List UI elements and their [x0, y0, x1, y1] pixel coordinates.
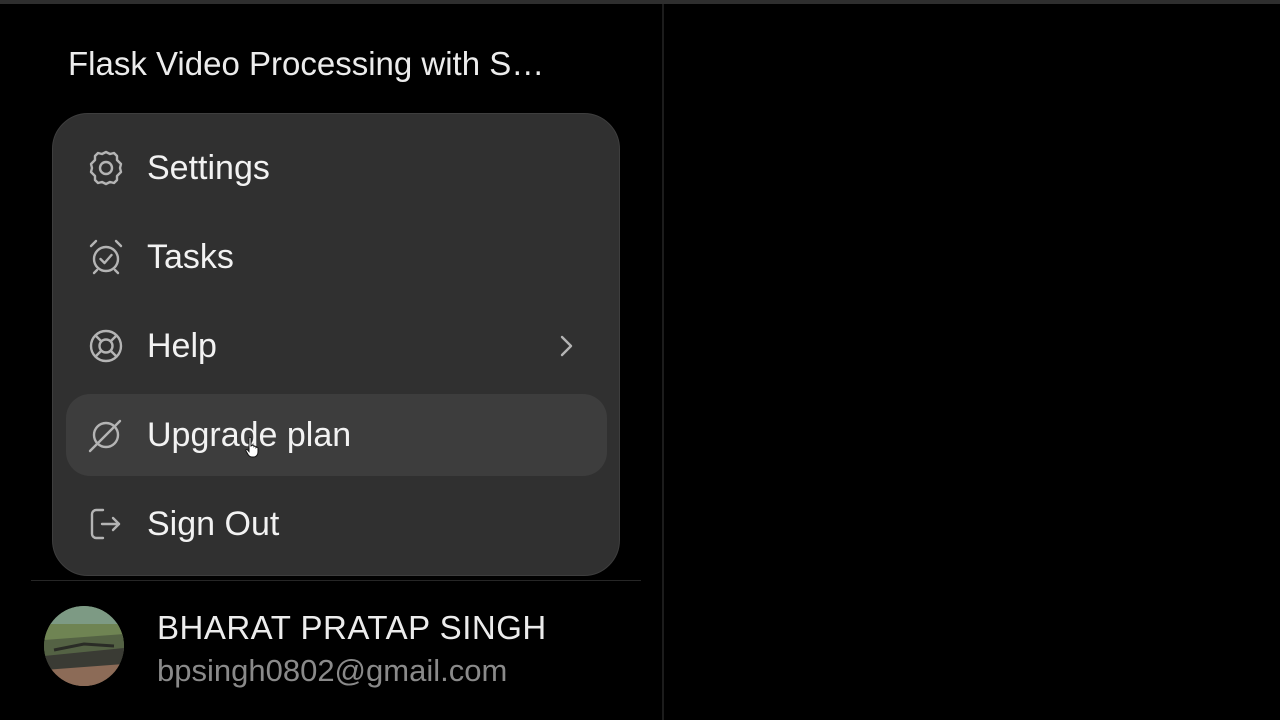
user-email: bpsingh0802@gmail.com	[157, 653, 508, 688]
divider	[31, 580, 641, 581]
menu-item-tasks-label: Tasks	[147, 238, 234, 276]
account-menu: Settings Tasks Help Upgrade plan Sign Ou…	[52, 113, 620, 576]
top-border	[0, 0, 1280, 4]
main-panel	[664, 4, 1280, 720]
gear-icon	[86, 148, 126, 188]
upgrade-icon	[86, 415, 126, 455]
menu-item-settings[interactable]: Settings	[66, 127, 607, 209]
alarm-clock-icon	[86, 237, 126, 277]
avatar	[44, 606, 124, 686]
user-profile[interactable]: BHARAT PRATAP SINGH bpsingh0802@gmail.co…	[30, 592, 650, 702]
chat-history-item-title[interactable]: Flask Video Processing with S…	[68, 42, 588, 86]
user-name: BHARAT PRATAP SINGH	[157, 609, 547, 646]
chevron-right-icon	[551, 331, 581, 361]
mouse-pointer-icon	[244, 436, 260, 458]
menu-item-tasks[interactable]: Tasks	[66, 216, 607, 298]
sidebar: Flask Video Processing with S… Settings	[0, 0, 662, 720]
lifebuoy-icon	[86, 326, 126, 366]
sign-out-icon	[86, 504, 126, 544]
menu-item-upgrade-plan[interactable]: Upgrade plan	[66, 394, 607, 476]
menu-item-settings-label: Settings	[147, 149, 270, 187]
menu-item-sign-out[interactable]: Sign Out	[66, 483, 607, 565]
menu-item-help-label: Help	[147, 327, 217, 365]
menu-item-sign-out-label: Sign Out	[147, 505, 280, 543]
menu-item-help[interactable]: Help	[66, 305, 607, 387]
